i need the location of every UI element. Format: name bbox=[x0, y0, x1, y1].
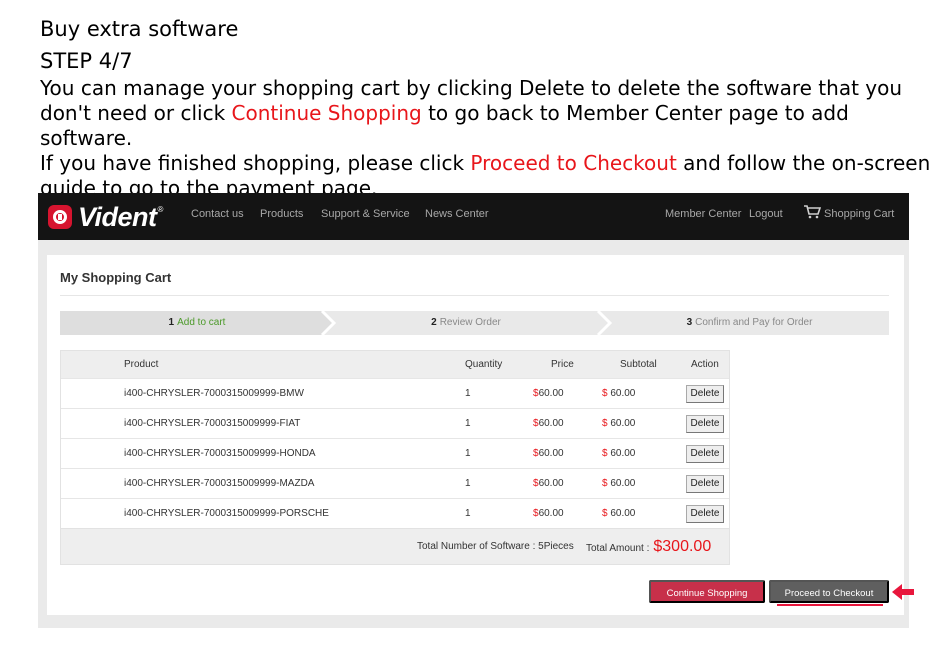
subtotal-value: $ 60.00 bbox=[602, 469, 635, 499]
step-label: Confirm and Pay for Order bbox=[695, 317, 813, 328]
column-header-action: Action bbox=[691, 359, 719, 370]
step-number: 1 bbox=[168, 317, 175, 328]
delete-button[interactable]: Delete bbox=[686, 475, 724, 493]
instruction-step: STEP 4/7 bbox=[40, 49, 133, 73]
instruction-highlight-checkout: Proceed to Checkout bbox=[470, 151, 677, 175]
brand-logo[interactable]: Vident ® bbox=[48, 202, 163, 232]
divider bbox=[60, 295, 889, 296]
price-value: $60.00 bbox=[533, 409, 564, 439]
subtotal-value: $ 60.00 bbox=[602, 379, 635, 409]
product-name: i400-CHRYSLER-7000315009999-FIAT bbox=[124, 418, 301, 429]
price-amount: 60.00 bbox=[538, 418, 564, 429]
table-header: Product Quantity Price Subtotal Action bbox=[61, 351, 729, 378]
subtotal-value: $ 60.00 bbox=[602, 439, 635, 469]
checkout-highlight-underline bbox=[777, 604, 883, 606]
price-amount: 60.00 bbox=[538, 448, 564, 459]
nav-news-center[interactable]: News Center bbox=[425, 207, 489, 221]
instruction-text: You can manage your shopping cart by cli… bbox=[40, 76, 945, 201]
total-software-count: Total Number of Software : 5Pieces bbox=[417, 541, 574, 552]
continue-shopping-button[interactable]: Continue Shopping bbox=[649, 580, 765, 603]
shopping-cart-panel: My Shopping Cart 1 Add to cart 2 Review Or… bbox=[47, 255, 904, 615]
step-label: Add to cart bbox=[177, 317, 226, 328]
column-header-price: Price bbox=[551, 359, 574, 370]
table-row: i400-CHRYSLER-7000315009999-HONDA 1 $60.… bbox=[61, 438, 729, 468]
shopping-cart-icon[interactable] bbox=[803, 205, 821, 219]
step-confirm-pay: 3 Confirm and Pay for Order bbox=[610, 311, 889, 335]
instruction-highlight-continue: Continue Shopping bbox=[231, 101, 422, 125]
quantity-value: 1 bbox=[465, 478, 471, 489]
price-value: $60.00 bbox=[533, 469, 564, 499]
step-review-order: 2 Review Order bbox=[334, 311, 598, 335]
total-amount-value: $300.00 bbox=[653, 538, 712, 555]
delete-button[interactable]: Delete bbox=[686, 445, 724, 463]
registered-mark: ® bbox=[157, 205, 164, 214]
nav-shopping-cart[interactable]: Shopping Cart bbox=[824, 207, 894, 221]
quantity-value: 1 bbox=[465, 448, 471, 459]
nav-contact-us[interactable]: Contact us bbox=[191, 207, 244, 221]
page-title: My Shopping Cart bbox=[60, 270, 172, 285]
arrow-left-icon bbox=[892, 584, 914, 600]
subtotal-amount: 60.00 bbox=[607, 478, 636, 489]
step-add-to-cart: 1 Add to cart bbox=[60, 311, 334, 335]
table-row: i400-CHRYSLER-7000315009999-FIAT 1 $60.0… bbox=[61, 408, 729, 438]
website-frame: Vident ® Contact us Products Support & S… bbox=[38, 193, 909, 628]
vident-logo-icon bbox=[48, 205, 72, 229]
delete-button[interactable]: Delete bbox=[686, 505, 724, 523]
delete-button[interactable]: Delete bbox=[686, 385, 724, 403]
table-row: i400-CHRYSLER-7000315009999-MAZDA 1 $60.… bbox=[61, 468, 729, 498]
cart-summary: Total Number of Software : 5Pieces Total… bbox=[61, 528, 729, 564]
total-amount-row: Total Amount : $300.00 bbox=[586, 529, 711, 567]
delete-button[interactable]: Delete bbox=[686, 415, 724, 433]
quantity-value: 1 bbox=[465, 508, 471, 519]
nav-products[interactable]: Products bbox=[260, 207, 303, 221]
total-amount-label: Total Amount : bbox=[586, 543, 650, 554]
step-number: 2 bbox=[431, 317, 437, 328]
price-amount: 60.00 bbox=[538, 478, 564, 489]
price-value: $60.00 bbox=[533, 499, 564, 529]
step-label: Review Order bbox=[439, 317, 501, 328]
top-navbar: Vident ® Contact us Products Support & S… bbox=[38, 193, 909, 240]
proceed-to-checkout-button[interactable]: Proceed to Checkout bbox=[769, 580, 889, 603]
step-number: 3 bbox=[686, 317, 693, 328]
product-name: i400-CHRYSLER-7000315009999-BMW bbox=[124, 388, 304, 399]
column-header-subtotal: Subtotal bbox=[620, 359, 657, 370]
product-name: i400-CHRYSLER-7000315009999-HONDA bbox=[124, 448, 316, 459]
brand-name: Vident bbox=[78, 201, 157, 232]
checkout-steps: 1 Add to cart 2 Review Order 3 Confirm and … bbox=[60, 311, 889, 335]
price-amount: 60.00 bbox=[538, 388, 564, 399]
cart-table: Product Quantity Price Subtotal Action i… bbox=[60, 350, 730, 565]
nav-member-center[interactable]: Member Center bbox=[665, 207, 741, 221]
subtotal-amount: 60.00 bbox=[607, 508, 636, 519]
table-row: i400-CHRYSLER-7000315009999-BMW 1 $60.00… bbox=[61, 378, 729, 408]
quantity-value: 1 bbox=[465, 418, 471, 429]
subtotal-value: $ 60.00 bbox=[602, 499, 635, 529]
subtotal-amount: 60.00 bbox=[607, 418, 636, 429]
nav-logout[interactable]: Logout bbox=[749, 207, 783, 221]
subtotal-value: $ 60.00 bbox=[602, 409, 635, 439]
instruction-heading: Buy extra software bbox=[40, 17, 239, 41]
price-value: $60.00 bbox=[533, 379, 564, 409]
product-name: i400-CHRYSLER-7000315009999-PORSCHE bbox=[124, 508, 329, 519]
price-amount: 60.00 bbox=[538, 508, 564, 519]
subtotal-amount: 60.00 bbox=[607, 388, 636, 399]
column-header-quantity: Quantity bbox=[465, 359, 503, 370]
nav-support-service[interactable]: Support & Service bbox=[321, 207, 410, 221]
subtotal-amount: 60.00 bbox=[607, 448, 636, 459]
instruction-text-part: If you have finished shopping, please cl… bbox=[40, 151, 471, 175]
quantity-value: 1 bbox=[465, 388, 471, 399]
column-header-product: Product bbox=[124, 359, 159, 370]
price-value: $60.00 bbox=[533, 439, 564, 469]
product-name: i400-CHRYSLER-7000315009999-MAZDA bbox=[124, 478, 315, 489]
table-row: i400-CHRYSLER-7000315009999-PORSCHE 1 $6… bbox=[61, 498, 729, 528]
